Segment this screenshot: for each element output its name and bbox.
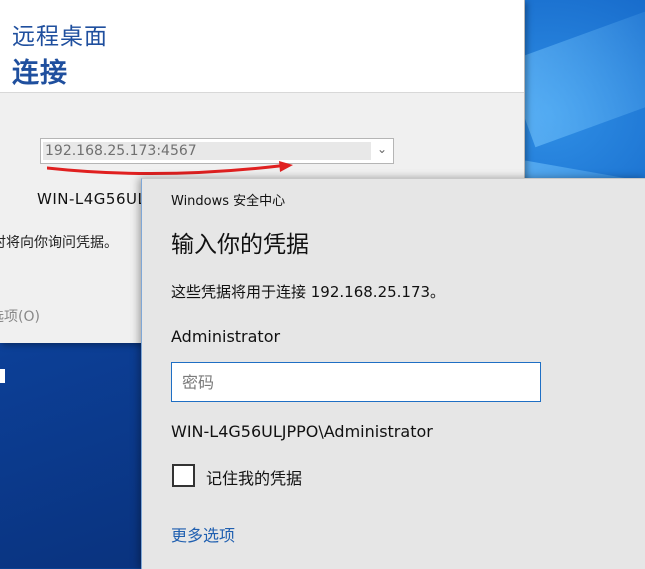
credentials-note: 时将向你询问凭据。 (0, 235, 118, 251)
dialog-heading: 输入你的凭据 (171, 232, 309, 258)
desktop-icon-fragment (0, 369, 5, 383)
show-options-link[interactable]: 选项(O) (0, 306, 40, 326)
dialog-caption: Windows 安全中心 (171, 194, 286, 209)
more-options-link[interactable]: 更多选项 (171, 522, 235, 546)
remember-credentials-label[interactable]: 记住我的凭据 (206, 465, 302, 489)
rdp-username: WIN-L4G56UL (37, 190, 147, 208)
domain-user-label: WIN-L4G56ULJPPO\Administrator (171, 422, 433, 441)
remember-credentials-checkbox[interactable] (172, 464, 195, 487)
wallpaper-light-beam (504, 0, 645, 148)
windows-security-dialog: Windows 安全中心 输入你的凭据 这些凭据将用于连接 192.168.25… (141, 178, 645, 569)
computer-value[interactable]: 192.168.25.173:4567 (43, 142, 371, 160)
rdp-subtitle: 连接 (12, 58, 68, 89)
chevron-down-icon[interactable]: ⌄ (377, 142, 387, 156)
password-input[interactable] (171, 362, 541, 402)
computer-label: ： (0, 145, 8, 165)
dialog-description: 这些凭据将用于连接 192.168.25.173。 (171, 283, 446, 301)
username-tile[interactable]: Administrator (171, 327, 280, 346)
rdp-title: 远程桌面 (12, 24, 108, 50)
rdp-header: 远程桌面 连接 (0, 0, 524, 93)
